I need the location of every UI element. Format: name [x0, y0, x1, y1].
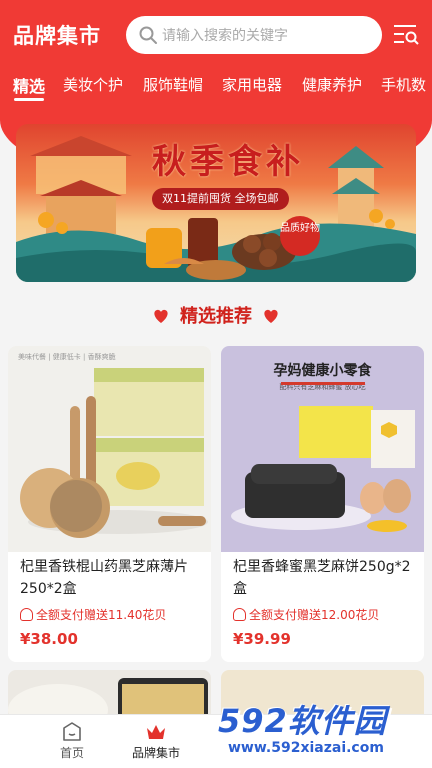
banner-title: 秋季食补 [152, 142, 304, 182]
search-placeholder: 请输入搜索的关键字 [162, 28, 288, 44]
watermark-logo: 592软件园 [218, 702, 387, 740]
home-icon [63, 722, 81, 741]
crown-icon [147, 725, 165, 739]
section-title-text: 精选推荐 [180, 306, 252, 327]
promo-text: 全额支付赠送12.00花贝 [249, 608, 380, 622]
product-promo: 全额支付赠送12.00花贝 [233, 606, 379, 623]
watermark: 592软件园 www.592xiazai.com [218, 696, 432, 768]
heart-icon [154, 309, 168, 323]
watermark-url: www.592xiazai.com [228, 740, 384, 756]
tab-beauty[interactable]: 美妆个护 [63, 74, 123, 95]
nav-brand-market-label: 品牌集市 [131, 746, 180, 760]
tab-appliances[interactable]: 家用电器 [222, 74, 282, 95]
promo-text: 全额支付赠送11.40花贝 [36, 608, 167, 622]
product-image: 孕妈健康小零食 配料只有芝麻和蜂蜜 放心吃 [221, 346, 424, 552]
category-tabs: 精选 美妆个护 服饰鞋帽 家用电器 健康养护 手机数 [0, 68, 432, 104]
product-card[interactable]: 美味代餐 | 健康低卡 | 香酥爽脆 杞里香铁棍山药黑芝麻薄片250*2盒 全额… [8, 346, 211, 662]
header: 品牌集市 请输入搜索的关键字 [0, 12, 432, 56]
product-photo [231, 382, 415, 532]
tab-apparel[interactable]: 服饰鞋帽 [143, 74, 203, 95]
banner-subtitle: 双11提前囤货 全场包邮 [152, 188, 289, 210]
tab-health[interactable]: 健康养护 [302, 74, 362, 95]
quality-badge: 品质好物 [280, 216, 320, 256]
product-photo [20, 368, 208, 538]
shell-icon [233, 608, 246, 621]
product-name: 杞里香蜂蜜黑芝麻饼250g*2盒 [233, 559, 411, 597]
promo-banner[interactable]: 秋季食补 双11提前囤货 全场包邮 品质好物 [16, 124, 416, 282]
app-title: 品牌集市 [13, 24, 101, 48]
search-icon [139, 26, 157, 44]
nav-brand-market[interactable]: 品牌集市 [84, 715, 228, 768]
product-price: ¥38.00 [20, 630, 78, 648]
category-menu-icon[interactable] [392, 22, 420, 46]
tab-featured[interactable]: 精选 [13, 73, 45, 97]
product-price: ¥39.99 [233, 630, 291, 648]
product-card[interactable]: 孕妈健康小零食 配料只有芝麻和蜂蜜 放心吃 杞里香蜂蜜黑芝麻饼250g*2盒 全… [221, 346, 424, 662]
product-name: 杞里香铁棍山药黑芝麻薄片250*2盒 [20, 559, 188, 597]
active-tab-indicator [14, 98, 44, 101]
product-image: 美味代餐 | 健康低卡 | 香酥爽脆 [8, 346, 211, 552]
section-title: 精选推荐 [0, 302, 432, 328]
heart-icon [264, 309, 278, 323]
tab-phones[interactable]: 手机数 [381, 74, 426, 95]
shell-icon [20, 608, 33, 621]
search-input[interactable]: 请输入搜索的关键字 [126, 16, 382, 54]
product-promo: 全额支付赠送11.40花贝 [20, 606, 166, 623]
